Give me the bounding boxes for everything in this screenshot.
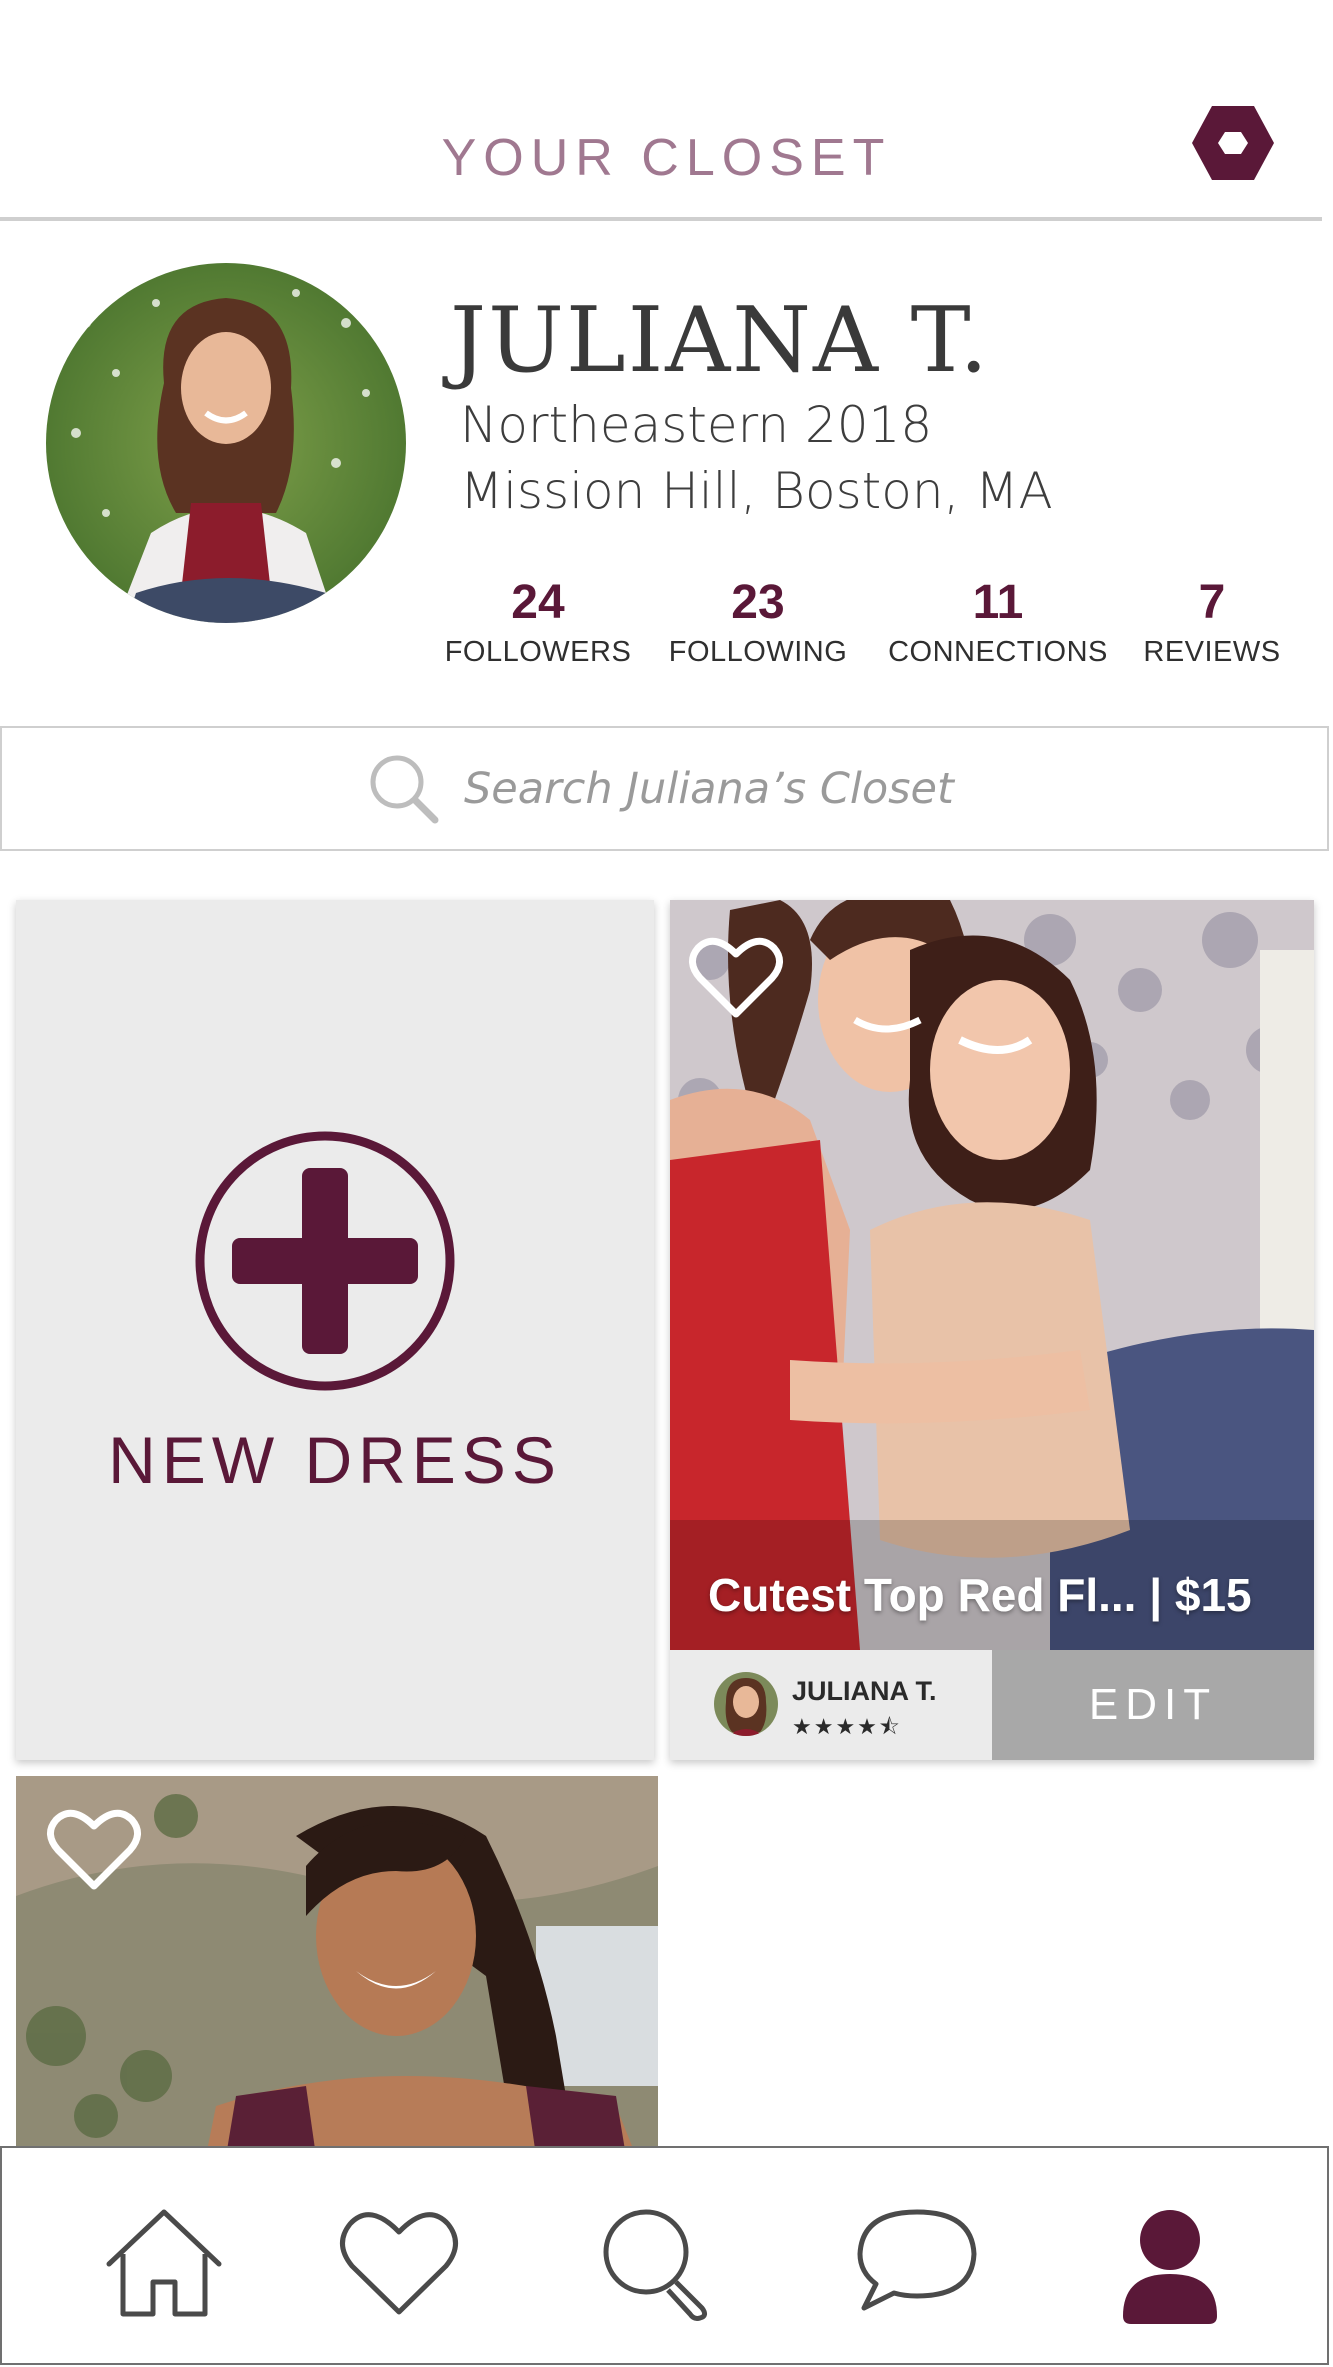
stat-label: FOLLOWERS [444, 636, 632, 668]
stat-reviews[interactable]: 7 REVIEWS [1097, 575, 1327, 669]
stat-connections[interactable]: 11 CONNECTIONS [883, 575, 1113, 669]
seller-avatar [714, 1672, 778, 1736]
bottom-nav-bar [0, 2146, 1329, 2365]
stat-count: 23 [731, 576, 785, 629]
hexagon-settings-icon [1192, 106, 1274, 180]
stat-label: CONNECTIONS [888, 636, 1108, 668]
heart-icon[interactable] [688, 934, 784, 1020]
profile-avatar[interactable] [46, 263, 406, 623]
nav-home[interactable] [99, 2204, 229, 2324]
stat-label: REVIEWS [1143, 636, 1281, 668]
nav-messages[interactable] [852, 2204, 982, 2324]
page-title: YOUR CLOSET [441, 129, 892, 187]
nav-search[interactable] [594, 2204, 724, 2324]
stat-followers[interactable]: 24 FOLLOWERS [423, 575, 653, 669]
nav-favorites[interactable] [334, 2204, 464, 2324]
closet-search-input[interactable]: Search Juliana’s Closet [0, 726, 1329, 851]
search-icon [370, 755, 439, 824]
stat-count: 7 [1198, 576, 1226, 629]
stat-count: 11 [972, 576, 1024, 629]
listing-card-photo[interactable] [16, 1776, 658, 2156]
app-header: YOUR CLOSET [0, 0, 1333, 221]
heart-icon [340, 2212, 458, 2315]
seller-name: JULIANA T. [792, 1676, 937, 1706]
stat-following[interactable]: 23 FOLLOWING [643, 575, 873, 669]
home-icon [106, 2209, 222, 2317]
new-dress-label: NEW DRESS [108, 1423, 562, 1497]
stat-label: FOLLOWING [668, 636, 848, 668]
header-divider [0, 217, 1322, 221]
listing-title: Cutest Top Red Fl... | $15 [708, 1569, 1252, 1621]
new-dress-button[interactable]: NEW DRESS [16, 900, 654, 1760]
profile-location: Mission Hill, Boston, MA [460, 462, 1053, 520]
seller-rating-stars: ★★★★⯪ [792, 1714, 902, 1739]
nav-profile[interactable] [1105, 2204, 1235, 2324]
heart-icon[interactable] [46, 1806, 142, 1892]
plus-circle-icon [195, 1131, 455, 1391]
search-placeholder: Search Juliana’s Closet [464, 764, 954, 814]
edit-listing-button[interactable]: EDIT [992, 1650, 1314, 1760]
profile-school: Northeastern 2018 [460, 396, 933, 454]
profile-name: JULIANA T. [450, 288, 991, 393]
seller-info[interactable]: JULIANA T. ★★★★⯪ [670, 1650, 992, 1760]
search-icon [603, 2209, 708, 2321]
listing-card[interactable]: Cutest Top Red Fl... | $15 JULIANA T. ★★… [670, 900, 1314, 1760]
settings-button[interactable] [1190, 104, 1276, 182]
stat-count: 24 [511, 576, 565, 629]
profile-icon [1123, 2210, 1217, 2324]
chat-bubble-icon [857, 2209, 977, 2311]
